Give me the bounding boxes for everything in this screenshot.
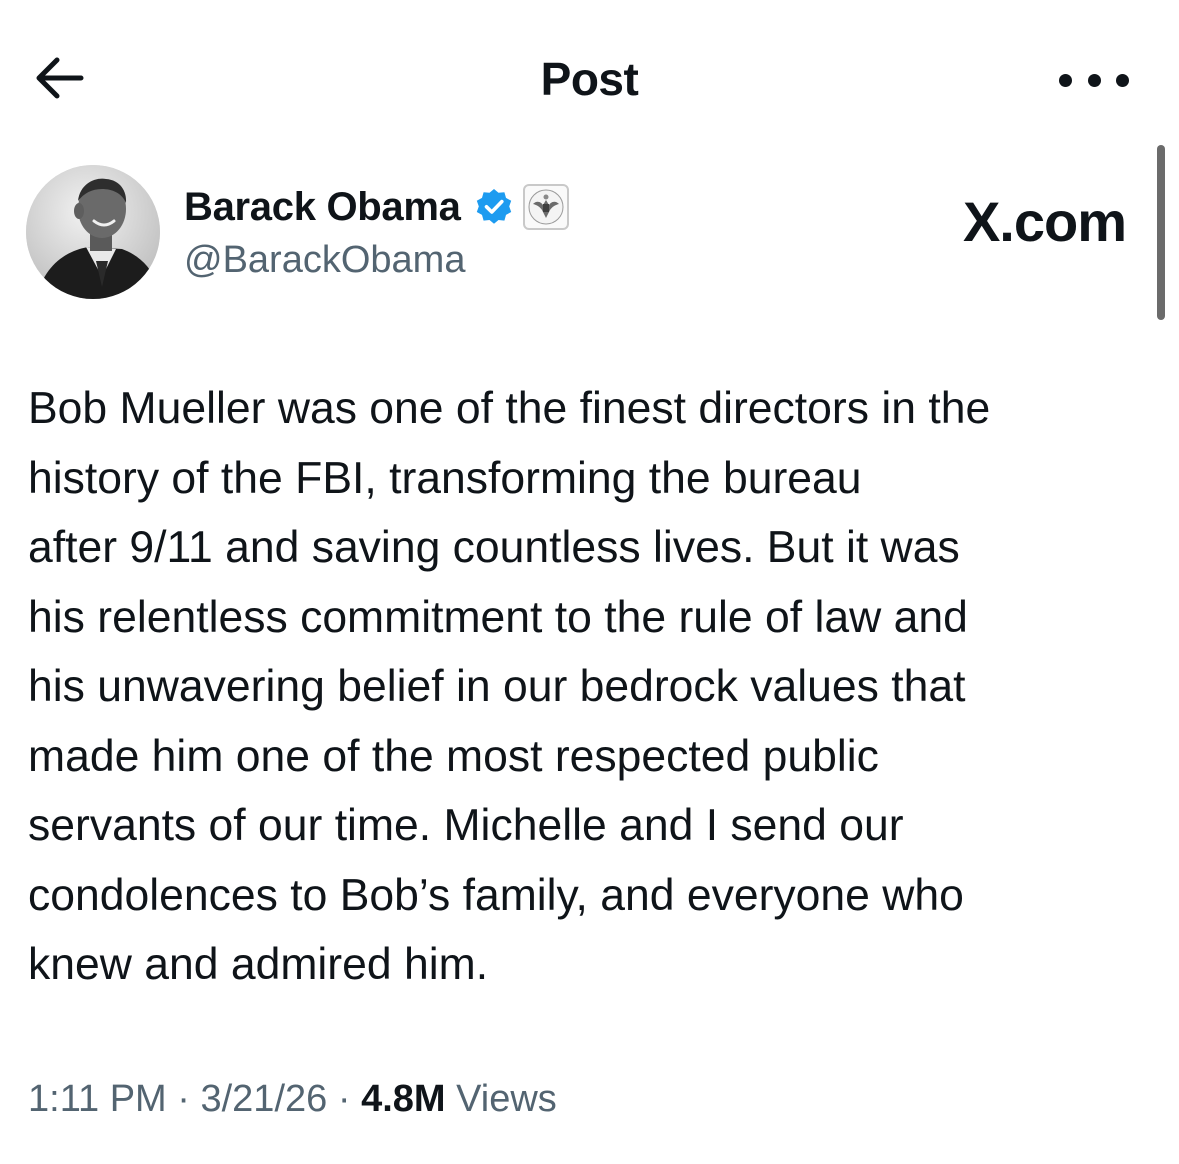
views-label[interactable]: Views [456, 1078, 557, 1120]
tweet-text-line: condolences to Bob’s family, and everyon… [28, 870, 964, 920]
tweet-text-line: after 9/11 and saving countless lives. B… [28, 523, 960, 572]
name-row: Barack Obama [184, 179, 569, 235]
post-date[interactable]: 3/21/26 [200, 1078, 327, 1120]
tweet-text-line: history of the FBI, transforming the bur… [28, 453, 862, 503]
page-title: Post [540, 53, 639, 105]
xcom-watermark: X.com [962, 190, 1127, 253]
scrollbar[interactable] [1157, 145, 1165, 320]
post-meta: 1:11 PM · 3/21/26 · 4.8M Views [28, 1078, 557, 1121]
tweet-text: Bob Mueller was one of the finest direct… [28, 374, 1153, 1000]
avatar[interactable] [26, 165, 160, 299]
more-options-button[interactable] [1059, 62, 1129, 98]
display-name[interactable]: Barack Obama [184, 185, 461, 230]
author-row: Barack Obama @BarackObama X.com [26, 165, 1127, 305]
tweet-text-line: knew and admired him. [28, 940, 489, 989]
views-count[interactable]: 4.8M [361, 1078, 445, 1120]
us-government-seal-icon[interactable] [522, 184, 569, 230]
verified-badge-icon[interactable] [473, 186, 515, 228]
meta-separator: · [337, 1078, 351, 1120]
tweet-text-line: his unwavering belief in our bedrock val… [28, 662, 966, 711]
tweet-text-line: made him one of the most respected publi… [28, 731, 879, 781]
meta-separator: · [177, 1078, 190, 1120]
user-handle[interactable]: @BarackObama [184, 239, 465, 282]
more-horizontal-icon [1059, 73, 1072, 87]
tweet-text-line: servants of our time. Michelle and I sen… [28, 801, 904, 850]
post-time[interactable]: 1:11 PM [28, 1078, 167, 1120]
tweet-text-line: Bob Mueller was one of the finest direct… [28, 384, 991, 433]
top-bar: Post [0, 40, 1179, 120]
post-page: Post Barack Obama @BarackObama X.com Bob… [0, 0, 1179, 1164]
tweet-text-line: his relentless commitment to the rule of… [28, 592, 968, 642]
